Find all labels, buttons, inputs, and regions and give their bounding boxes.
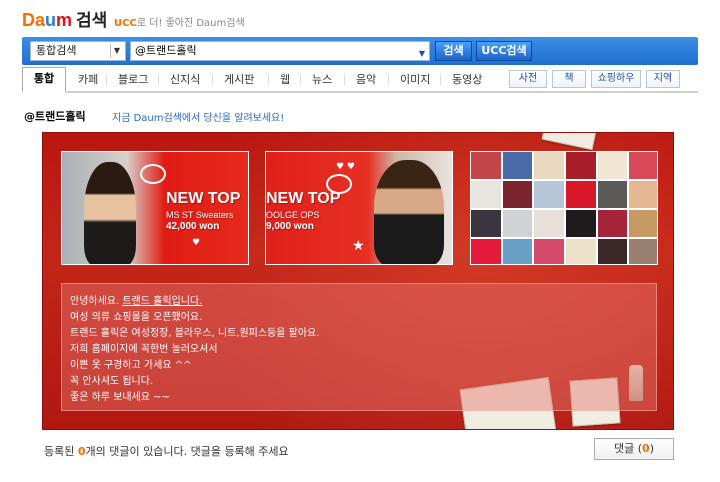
thumb2-sub: OOLGE OPS [266,210,320,220]
content-banner: NEW TOP MS ST Sweaters 42,000 won ♥ NEW … [42,132,674,430]
logo-part-1: Da [22,10,46,30]
message-line-7: 좋은 하루 보내세요 ~~ [70,392,170,403]
comment-button-label: 댓글 ( [614,442,643,455]
chevron-down-icon[interactable]: ▼ [110,44,123,58]
result-title-row: @트랜드홀릭 지금 Daum검색에서 당신을 알려보세요! [24,108,284,124]
comment-button-count: 0 [642,442,650,455]
tab-knowledge[interactable]: 신지식 [170,71,200,87]
product-thumbnail-3[interactable] [470,151,658,265]
search-button[interactable]: 검색 [435,41,472,61]
comment-count-number: 0 [77,445,86,458]
slogan-ucc: UCC [114,18,137,29]
search-scope-value: 통합검색 [36,44,77,57]
message-line-4: 저희 홈페이지에 꼭한번 놀러오셔서 [70,344,218,355]
star-icon: ★ [352,238,365,254]
message-line-3: 트랜드 홀릭은 여성정장, 블라우스, 니트,원피스등을 팔아요. [70,328,320,339]
tab-divider [388,74,389,85]
heart-icon: ♥ ♥ [336,162,355,172]
introduction-message: 안녕하세요. 트랜드 홀릭입니다. 여성 의류 쇼핑몰을 오픈했어요. 트랜드 … [61,283,657,411]
tab-divider [344,74,345,85]
search-scope-select[interactable]: 통합검색 ▼ [30,41,126,61]
thumb2-headline: NEW TOP [266,190,341,207]
tab-board[interactable]: 게시판 [224,71,254,87]
header: Da u m 검색 UCC로 더! 좋아진 Daum검색 [0,0,720,34]
result-description[interactable]: 지금 Daum검색에서 당신을 알려보세요! [112,109,284,124]
comment-button[interactable]: 댓글 (0) [594,438,674,460]
thumb1-sub: MS ST Sweaters [166,210,234,220]
tab-cafe[interactable]: 카페 [78,71,98,87]
result-title[interactable]: @트랜드홀릭 [24,110,86,123]
comment-count-suffix: 개의 댓글이 있습니다. 댓글을 등록해 주세요 [85,445,289,458]
model-figure [374,160,444,264]
region-button[interactable]: 지역 [646,70,680,88]
tab-blog[interactable]: 블로그 [118,71,148,87]
product-thumbnail-1[interactable]: NEW TOP MS ST Sweaters 42,000 won ♥ [61,151,249,265]
comment-button-close: ) [649,442,654,455]
tab-music[interactable]: 음악 [356,71,376,87]
message-line-6: 꼭 안사셔도 됩니다. [70,376,154,387]
search-bar: 통합검색 ▼ @트랜드홀릭 ▼ 검색 UCC검색 [22,37,698,65]
tab-divider [268,74,269,85]
shopping-button[interactable]: 쇼핑하우 [591,70,641,88]
book-button[interactable]: 책 [552,70,586,88]
slogan-text: 로 더! 좋아진 Daum검색 [136,18,245,29]
tab-integrated[interactable]: 통합 [22,67,66,93]
tab-divider [212,74,213,85]
model-figure [84,162,136,264]
flower-icon [140,164,166,184]
thumb1-headline: NEW TOP [166,190,241,207]
message-line-1: 안녕하세요. 트랜드 홀릭입니다. [70,292,202,307]
tab-divider [300,74,301,85]
tab-web[interactable]: 웹 [280,71,290,87]
photo-mosaic [471,152,657,264]
search-input[interactable]: @트랜드홀릭 ▼ [130,41,430,61]
tab-image[interactable]: 이미지 [400,71,430,87]
slogan: UCC로 더! 좋아진 Daum검색 [114,14,245,29]
dictionary-button[interactable]: 사전 [509,70,547,88]
logo-part-3: m [56,10,73,30]
thumb2-price: 9,000 won [266,221,314,232]
tab-news[interactable]: 뉴스 [312,71,332,87]
thumb1-price: 42,000 won [166,221,220,232]
message-line-1-text: 안녕하세요. [70,296,123,307]
shop-name-link[interactable]: 트랜드 홀릭입니다. [122,296,202,307]
tab-divider [158,74,159,85]
comment-count-prefix: 등록된 [44,445,78,458]
dropdown-arrow-icon[interactable]: ▼ [419,45,425,63]
tab-divider [106,74,107,85]
search-query-text: @트랜드홀릭 [135,44,197,57]
category-tabs: 통합 카페 블로그 신지식 게시판 웹 뉴스 음악 이미지 동영상 사전 책 쇼… [22,67,698,93]
comment-count-text: 등록된 0개의 댓글이 있습니다. 댓글을 등록해 주세요 [44,443,289,459]
product-thumbnail-2[interactable]: NEW TOP OOLGE OPS 9,000 won ♥ ♥ ★ [265,151,453,265]
ucc-search-button[interactable]: UCC검색 [476,41,532,61]
message-line-5: 이쁜 옷 구경하고 가세요 ^^ [70,360,192,371]
daum-logo[interactable]: Da u m 검색 [22,6,107,31]
tab-video[interactable]: 동영상 [452,71,482,87]
logo-part-2: u [45,10,57,30]
heart-icon: ♥ [192,238,201,248]
logo-search-text: 검색 [76,11,108,31]
decorative-card [541,133,597,151]
message-line-2: 여성 의류 쇼핑몰을 오픈했어요. [70,312,203,323]
tab-divider [440,74,441,85]
